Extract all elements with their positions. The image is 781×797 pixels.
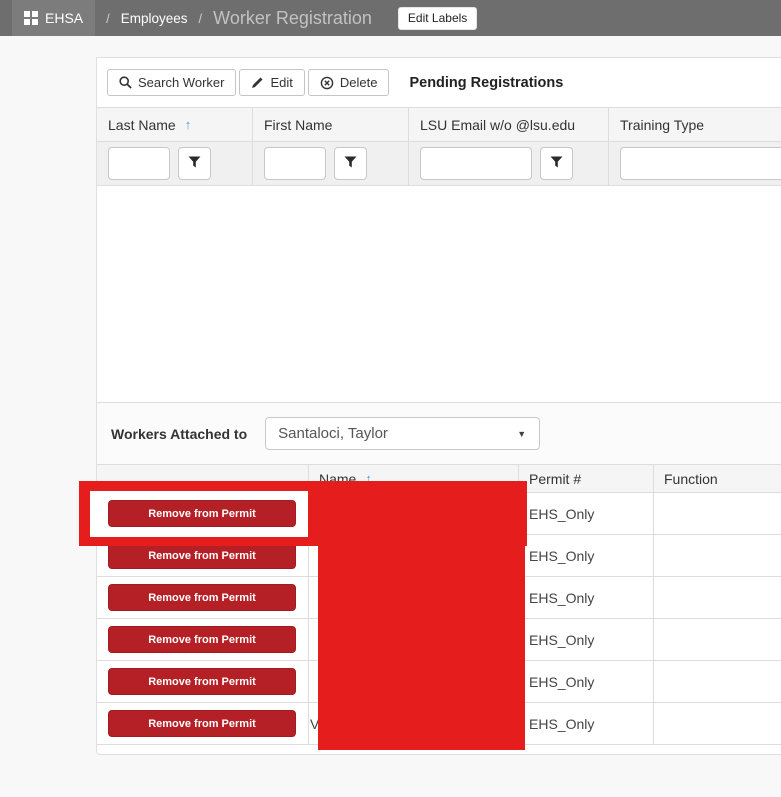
delete-label: Delete — [340, 75, 378, 90]
funnel-icon — [550, 156, 563, 171]
last-name-filter-input[interactable] — [108, 147, 170, 180]
pending-grid-filter-row — [97, 142, 781, 186]
lsu-email-filter-button[interactable] — [540, 147, 573, 180]
permit-cell: EHS_Only — [519, 703, 654, 744]
pencil-icon — [251, 76, 264, 89]
remove-from-permit-button[interactable]: Remove from Permit — [108, 584, 296, 611]
actions-cell: Remove from Permit — [97, 577, 309, 618]
column-header-lsu-email[interactable]: LSU Email w/o @lsu.edu — [409, 108, 609, 141]
remove-from-permit-button[interactable]: Remove from Permit — [108, 668, 296, 695]
filter-cell-first-name — [253, 142, 409, 185]
filter-cell-last-name — [97, 142, 253, 185]
first-name-filter-input[interactable] — [264, 147, 326, 180]
breadcrumb-separator: / — [106, 11, 110, 26]
edit-label: Edit — [270, 75, 292, 90]
training-type-filter-input[interactable] — [620, 147, 781, 180]
breadcrumb-employees[interactable]: Employees — [121, 11, 188, 26]
worker-select-dropdown[interactable]: Santaloci, Taylor ▼ — [265, 417, 540, 450]
grid-menu-icon — [24, 11, 38, 25]
permit-cell: EHS_Only — [519, 535, 654, 576]
breadcrumb-separator: / — [199, 11, 203, 26]
actions-cell: Remove from Permit — [97, 661, 309, 702]
funnel-icon — [344, 156, 357, 171]
workers-attached-section: Workers Attached to Santaloci, Taylor ▼ — [97, 403, 781, 464]
funnel-icon — [188, 156, 201, 171]
function-cell — [654, 619, 781, 660]
actions-cell: Remove from Permit — [97, 703, 309, 744]
column-header-first-name[interactable]: First Name — [253, 108, 409, 141]
search-worker-button[interactable]: Search Worker — [107, 69, 236, 96]
remove-from-permit-button[interactable]: Remove from Permit — [108, 626, 296, 653]
column-header-training-type[interactable]: Training Type — [609, 108, 781, 141]
top-navigation-bar: EHSA / Employees / Worker Registration E… — [0, 0, 781, 36]
pending-registrations-toolbar: Search Worker Edit Delete Pending Regist… — [97, 58, 781, 107]
filter-cell-training-type — [609, 142, 781, 185]
brand-label: EHSA — [45, 10, 83, 26]
sort-asc-icon: ↑ — [185, 117, 192, 132]
redaction-name-column-block — [318, 481, 525, 750]
worker-registration-screen: EHSA / Employees / Worker Registration E… — [0, 0, 781, 797]
last-name-filter-button[interactable] — [178, 147, 211, 180]
function-cell — [654, 661, 781, 702]
column-header-last-name[interactable]: Last Name ↑ — [97, 108, 253, 141]
search-worker-label: Search Worker — [138, 75, 224, 90]
remove-from-permit-button[interactable]: Remove from Permit — [108, 542, 296, 569]
circle-x-icon — [320, 76, 334, 90]
function-cell — [654, 493, 781, 534]
remove-from-permit-button[interactable]: Remove from Permit — [108, 710, 296, 737]
permit-cell: EHS_Only — [519, 493, 654, 534]
chevron-down-icon: ▼ — [517, 429, 526, 439]
delete-button[interactable]: Delete — [308, 69, 390, 96]
pending-grid-empty-body — [97, 186, 781, 403]
column-header-function[interactable]: Function — [654, 465, 781, 492]
edit-labels-button[interactable]: Edit Labels — [398, 7, 477, 30]
function-cell — [654, 535, 781, 576]
permit-cell: EHS_Only — [519, 577, 654, 618]
search-icon — [119, 76, 132, 89]
actions-cell: Remove from Permit — [97, 619, 309, 660]
permit-cell: EHS_Only — [519, 619, 654, 660]
permit-cell: EHS_Only — [519, 661, 654, 702]
column-header-permit[interactable]: Permit # — [519, 465, 654, 492]
pending-registrations-title: Pending Registrations — [409, 75, 563, 91]
first-name-filter-button[interactable] — [334, 147, 367, 180]
remove-from-permit-button[interactable]: Remove from Permit — [108, 500, 296, 527]
pending-grid-header: Last Name ↑ First Name LSU Email w/o @ls… — [97, 107, 781, 142]
workers-attached-label: Workers Attached to — [111, 426, 247, 442]
function-cell — [654, 703, 781, 744]
lsu-email-filter-input[interactable] — [420, 147, 532, 180]
edit-button[interactable]: Edit — [239, 69, 304, 96]
page-title: Worker Registration — [213, 8, 372, 29]
function-cell — [654, 577, 781, 618]
app-brand[interactable]: EHSA — [12, 0, 95, 36]
selected-worker-value: Santaloci, Taylor — [278, 425, 388, 442]
filter-cell-lsu-email — [409, 142, 609, 185]
